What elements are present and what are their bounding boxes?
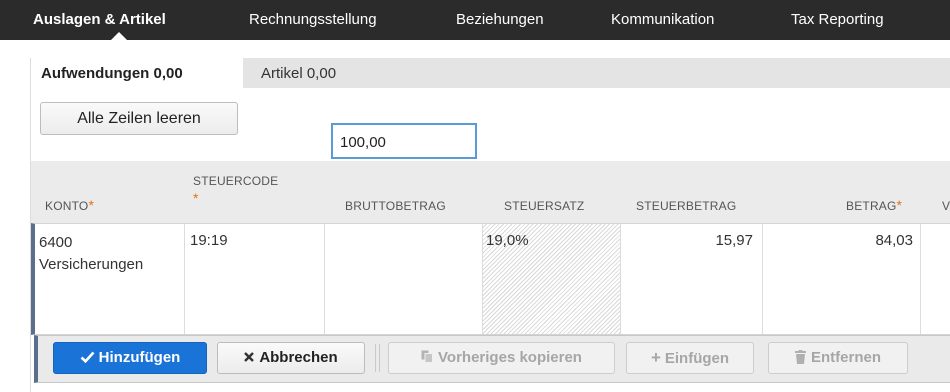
row-action-bar: Hinzufügen Abbrechen Vorheriges kopieren… [34, 335, 950, 383]
subtab-bar: Aufwendungen 0,00 Artikel 0,00 [31, 58, 950, 88]
checkmark-icon [80, 351, 95, 364]
copy-previous-button[interactable]: Vorheriges kopieren [388, 342, 615, 374]
nav-tab-relationships[interactable]: Beziehungen [456, 0, 544, 40]
column-header-account: KONTO* [45, 197, 95, 213]
tax-amount-value: 15,97 [715, 232, 753, 249]
table-row: 6400 Versicherungen 19:19 19,0% 15,97 84… [31, 223, 950, 335]
amount-value: 84,03 [875, 232, 913, 249]
cell-tax-amount: 15,97 [621, 224, 763, 334]
copy-icon [421, 350, 434, 363]
top-navigation: Auslagen & Artikel Rechnungsstellung Bez… [0, 0, 950, 40]
cell-taxcode[interactable]: 19:19 [185, 224, 325, 334]
taxcode-value: 19:19 [190, 232, 228, 249]
account-name: Versicherungen [39, 256, 144, 273]
required-marker: * [88, 197, 95, 213]
nav-tab-expenses-items[interactable]: Auslagen & Artikel [33, 0, 166, 40]
divider [375, 344, 376, 372]
column-header-amount: BETRAG* [846, 197, 903, 213]
clear-all-rows-button[interactable]: Alle Zeilen leeren [40, 102, 238, 135]
insert-button[interactable]: + Einfügen [626, 342, 754, 374]
plus-icon: + [650, 348, 661, 367]
expenses-panel: Aufwendungen 0,00 Artikel 0,00 Alle Zeil… [30, 58, 950, 392]
remove-button[interactable]: Entfernen [768, 342, 908, 374]
nav-tab-invoicing[interactable]: Rechnungsstellung [249, 0, 377, 40]
gross-amount-input[interactable]: 100,00 [331, 123, 477, 159]
required-marker: * [896, 197, 903, 213]
nav-tab-tax-reporting[interactable]: Tax Reporting [791, 0, 884, 40]
subtab-expenses[interactable]: Aufwendungen 0,00 [31, 58, 243, 88]
cell-account[interactable]: 6400 Versicherungen [35, 224, 185, 334]
cancel-button[interactable]: Abbrechen [217, 342, 365, 374]
column-header-gross-amount: BRUTTOBETRAG [345, 199, 446, 213]
required-marker: * [193, 190, 199, 206]
subtab-expenses-label: Aufwendungen 0,00 [41, 65, 183, 82]
active-tab-caret [111, 32, 127, 40]
cell-amount[interactable]: 84,03 [763, 224, 921, 334]
column-header-taxcode: STEUERCODE * [193, 174, 279, 206]
close-icon [244, 352, 255, 362]
subtab-items[interactable]: Artikel 0,00 [261, 65, 336, 82]
tax-rate-value: 19,0% [486, 232, 529, 249]
divider [379, 344, 380, 372]
account-number: 6400 [39, 234, 73, 251]
column-header-truncated: V [942, 199, 950, 213]
column-header-tax-rate: STEUERSATZ [504, 199, 585, 213]
cell-tax-rate: 19,0% [483, 224, 621, 334]
column-header-tax-amount: STEUERBETRAG [636, 199, 737, 213]
trash-icon [794, 350, 806, 364]
nav-tab-communication[interactable]: Kommunikation [611, 0, 714, 40]
add-button[interactable]: Hinzufügen [53, 342, 207, 374]
table-header: KONTO* STEUERCODE * BRUTTOBETRAG STEUERS… [31, 161, 950, 223]
cell-gross-amount [325, 224, 483, 334]
